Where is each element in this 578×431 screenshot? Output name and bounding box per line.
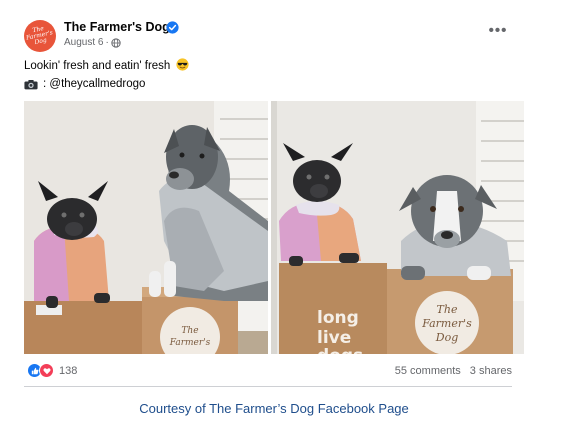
engagement-stats: 55 comments 3 shares (395, 365, 512, 377)
love-icon (39, 363, 54, 378)
box-brand-text-left: The (181, 326, 198, 336)
avatar-logo-text: The Farmer's Dog (25, 25, 54, 47)
page-avatar[interactable]: The Farmer's Dog (24, 20, 56, 52)
box-brand-text-right-1: The (437, 303, 458, 316)
meta-separator: · (105, 37, 109, 48)
post-date-link[interactable]: August 6 (64, 37, 103, 48)
credit-handle: : @theycallmedrogo (43, 78, 146, 90)
image-courtesy-caption: Courtesy of The Farmer’s Dog Facebook Pa… (139, 401, 409, 416)
box-brand-text-right-2: Farmer's (421, 317, 472, 330)
reactions-summary[interactable]: 138 (27, 363, 77, 378)
sunglasses-emoji-icon (175, 58, 189, 71)
camera-icon (24, 79, 38, 89)
box-slogan-line-2: live (317, 328, 351, 348)
post-caption: Lookin' fresh and eatin' fresh (24, 58, 189, 72)
facebook-post: The Farmer's Dog The Farmer's Dog August… (0, 0, 578, 431)
box-brand-text-left-2: Farmer's (169, 338, 211, 348)
reaction-count: 138 (59, 364, 78, 377)
globe-icon[interactable] (111, 37, 121, 48)
caption-text: Lookin' fresh and eatin' fresh (24, 60, 171, 72)
box-brand-text-right-3: Dog (435, 331, 458, 344)
post-meta: August 6 · (64, 37, 121, 48)
dogs-photo-left: The Farmer's (24, 101, 268, 354)
post-divider (24, 386, 512, 387)
page-name-link[interactable]: The Farmer's Dog (64, 20, 170, 34)
post-photo-left[interactable]: The Farmer's (24, 101, 268, 354)
box-slogan-line-3: dogs (317, 346, 363, 354)
more-options-button[interactable]: ••• (486, 22, 510, 39)
verified-badge-icon (166, 21, 179, 34)
dogs-photo-right: long live dogs The Farmer's Dog (271, 101, 524, 354)
photo-credit: : @theycallmedrogo (24, 78, 145, 90)
comments-count-link[interactable]: 55 comments (395, 365, 461, 377)
post-photo-right[interactable]: long live dogs The Farmer's Dog (271, 101, 524, 354)
shares-count-link[interactable]: 3 shares (470, 365, 512, 377)
box-slogan-line-1: long (317, 308, 359, 328)
